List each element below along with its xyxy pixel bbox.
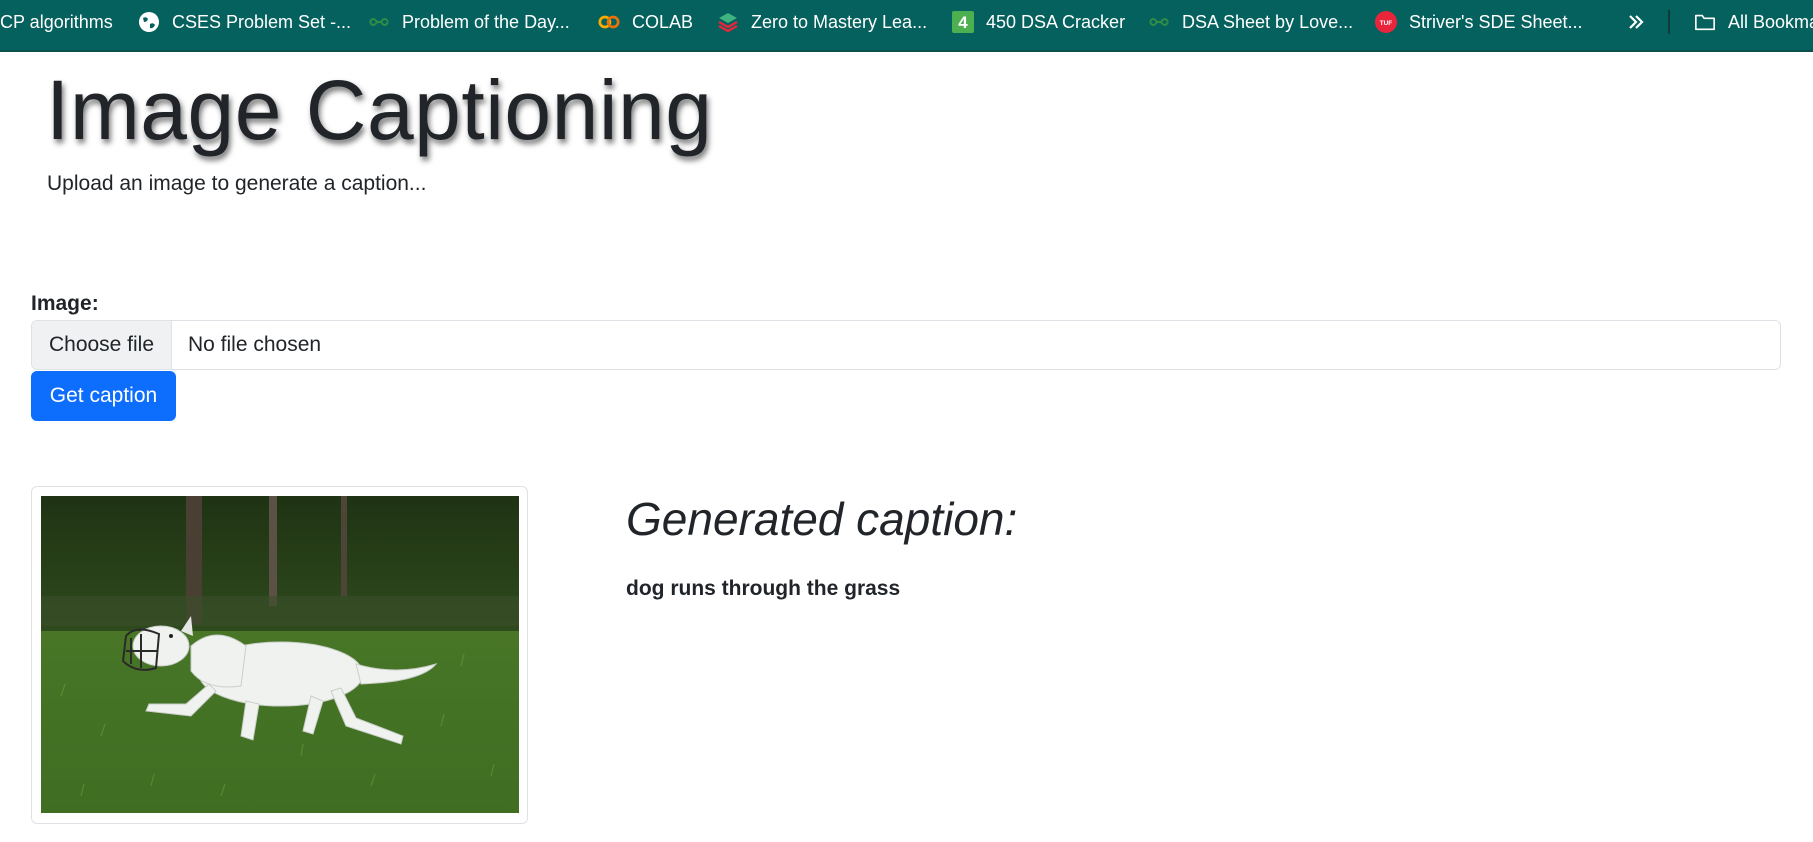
globe-icon: [138, 11, 160, 33]
generated-caption-heading: Generated caption:: [626, 493, 1018, 545]
generated-caption-text: dog runs through the grass: [626, 577, 901, 600]
bookmark-label: Zero to Mastery Lea...: [751, 11, 928, 32]
bookmark-label: Striver's SDE Sheet...: [1409, 11, 1583, 32]
gfg-icon: [368, 11, 390, 33]
bookmarks-divider: [1668, 10, 1670, 34]
bookmark-450-dsa[interactable]: 4 450 DSA Cracker: [952, 0, 1125, 44]
number-4-icon: 4: [952, 11, 974, 33]
more-bookmarks-chevron-icon[interactable]: [1622, 8, 1650, 36]
page-title: Image Captioning: [46, 63, 713, 157]
bookmark-label: 450 DSA Cracker: [986, 11, 1126, 32]
tuf-icon: TUF: [1375, 11, 1397, 33]
bookmark-cp-algorithms[interactable]: CP algorithms: [0, 0, 113, 44]
result-image: [41, 496, 519, 813]
bookmark-label: All Bookmarks: [1728, 11, 1813, 32]
bookmark-label: DSA Sheet by Love...: [1182, 11, 1354, 32]
image-field-label: Image:: [31, 292, 99, 315]
svg-text:4: 4: [958, 13, 968, 32]
bookmark-striver-sde[interactable]: TUF Striver's SDE Sheet...: [1375, 0, 1583, 44]
page-subtitle: Upload an image to generate a caption...: [47, 172, 427, 195]
bookmark-all-bookmarks[interactable]: All Bookmarks: [1694, 0, 1813, 44]
file-status-text: No file chosen: [188, 333, 322, 356]
result-image-frame: [31, 486, 528, 824]
bookmark-zero-to-mastery[interactable]: Zero to Mastery Lea...: [717, 0, 927, 44]
bookmark-label: CP algorithms: [0, 11, 113, 32]
choose-file-button[interactable]: Choose file: [32, 321, 172, 369]
bookmark-label: Problem of the Day...: [402, 11, 570, 32]
bookmark-colab[interactable]: COLAB: [598, 0, 693, 44]
image-file-input[interactable]: Choose file No file chosen: [31, 320, 1781, 370]
bookmarks-bar: CP algorithms CSES Problem Set -... Prob…: [0, 0, 1813, 52]
get-caption-button[interactable]: Get caption: [31, 371, 176, 421]
bookmark-problem-of-the-day[interactable]: Problem of the Day...: [368, 0, 570, 44]
bookmark-label: CSES Problem Set -...: [172, 11, 352, 32]
svg-text:TUF: TUF: [1380, 20, 1393, 27]
ztm-icon: [717, 11, 739, 33]
bookmark-label: COLAB: [632, 11, 694, 32]
bookmark-dsa-sheet-love[interactable]: DSA Sheet by Love...: [1148, 0, 1353, 44]
gfg-icon: [1148, 11, 1170, 33]
colab-icon: [598, 11, 620, 33]
folder-icon: [1694, 11, 1716, 33]
bookmark-cses[interactable]: CSES Problem Set -...: [138, 0, 351, 44]
